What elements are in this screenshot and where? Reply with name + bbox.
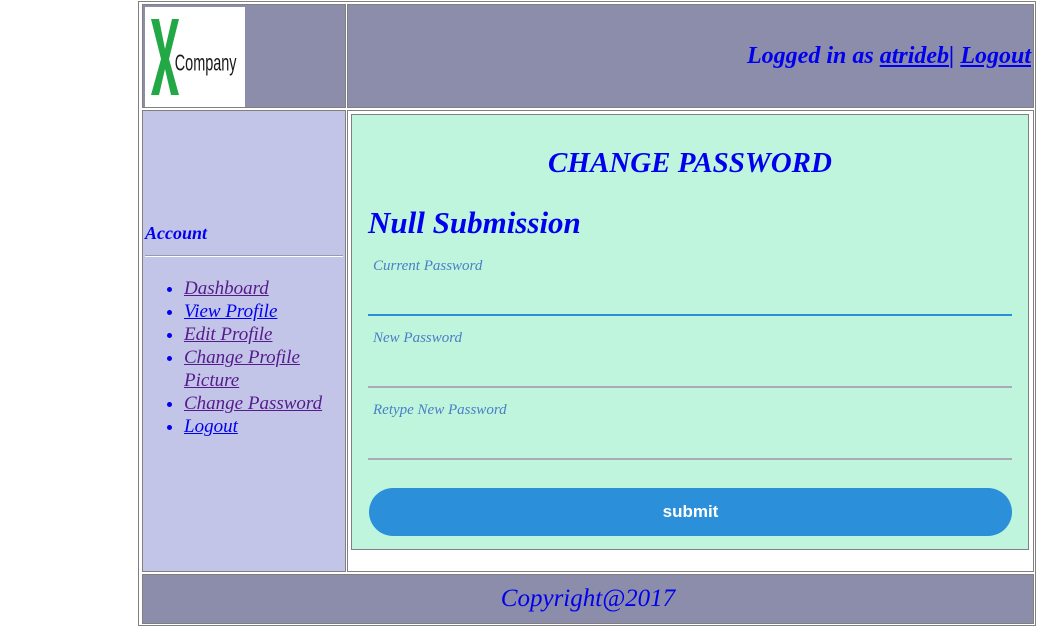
new-password-label: New Password: [373, 330, 463, 346]
header-bar: Logged in as atrideb| Logout: [347, 4, 1034, 108]
new-password-field: New Password: [368, 330, 1012, 388]
retype-password-input[interactable]: [368, 432, 1012, 460]
retype-password-field: Retype New Password: [368, 402, 1012, 460]
sidebar-item-change-profile-picture: Change Profile Picture: [184, 346, 343, 392]
sidebar-link-logout[interactable]: Logout: [184, 416, 238, 437]
page-table: Company Logged in as atrideb| Logout Acc…: [138, 1, 1036, 626]
sidebar-menu: Dashboard View Profile Edit Profile Chan…: [143, 277, 343, 438]
username-link[interactable]: atrideb: [880, 43, 949, 69]
change-password-form: CHANGE PASSWORD Null Submission Current …: [351, 114, 1029, 550]
footer: Copyright@2017: [142, 574, 1034, 624]
submit-button[interactable]: submit: [369, 488, 1012, 536]
sidebar: Account Dashboard View Profile Edit Prof…: [142, 110, 346, 572]
logo-cell: Company: [142, 4, 346, 108]
sidebar-item-dashboard: Dashboard: [184, 277, 343, 300]
current-password-field: Current Password: [368, 258, 1012, 316]
sidebar-item-change-password: Change Password: [184, 392, 343, 415]
error-message: Null Submission: [368, 205, 581, 240]
sidebar-link-view-profile[interactable]: View Profile: [184, 301, 277, 322]
retype-password-label: Retype New Password: [373, 402, 507, 418]
sidebar-item-logout: Logout: [184, 415, 343, 438]
sidebar-link-edit-profile[interactable]: Edit Profile: [184, 324, 272, 345]
header-logout-link[interactable]: Logout: [960, 43, 1031, 69]
sidebar-divider: [145, 255, 343, 257]
current-password-input[interactable]: [368, 288, 1012, 316]
sidebar-title: Account: [145, 223, 208, 243]
sidebar-link-dashboard[interactable]: Dashboard: [184, 278, 269, 299]
logged-in-prefix: Logged in as: [747, 43, 880, 69]
new-password-input[interactable]: [368, 360, 1012, 388]
separator: |: [949, 43, 955, 69]
current-password-label: Current Password: [373, 258, 483, 274]
sidebar-link-change-password[interactable]: Change Password: [184, 393, 322, 414]
company-logo: Company: [145, 7, 245, 107]
form-title: CHANGE PASSWORD: [548, 147, 832, 179]
logo-text: Company: [175, 51, 237, 76]
sidebar-link-change-profile-picture[interactable]: Change Profile Picture: [184, 347, 300, 391]
login-status: Logged in as atrideb| Logout: [747, 43, 1031, 70]
copyright-text: Copyright@2017: [500, 585, 676, 612]
logo-image: Company: [151, 19, 237, 95]
sidebar-item-edit-profile: Edit Profile: [184, 323, 343, 346]
sidebar-item-view-profile: View Profile: [184, 300, 343, 323]
main-content: CHANGE PASSWORD Null Submission Current …: [347, 110, 1034, 572]
